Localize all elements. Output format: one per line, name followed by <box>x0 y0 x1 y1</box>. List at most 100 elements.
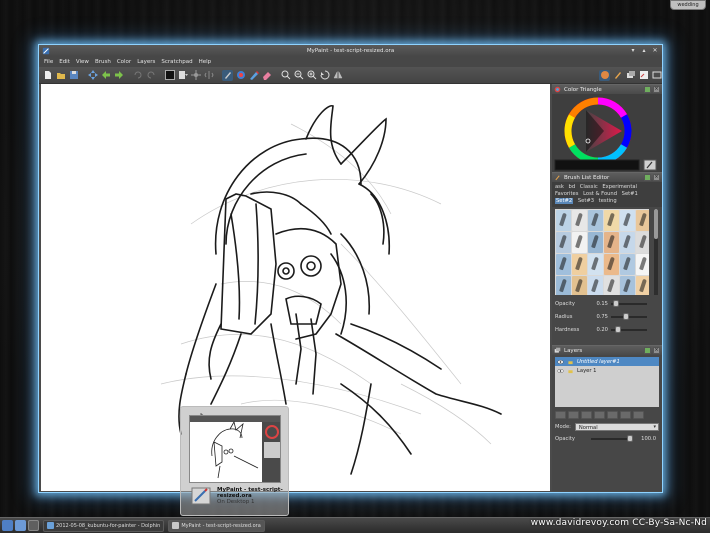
move-icon[interactable] <box>87 70 98 81</box>
menu-view[interactable]: View <box>76 59 89 65</box>
current-color-swatch[interactable] <box>164 70 175 81</box>
radius-slider[interactable] <box>611 312 647 320</box>
brush-thumbnail[interactable] <box>588 276 603 295</box>
zoom-reset-icon[interactable] <box>306 70 317 81</box>
taskbar-item-dolphin[interactable]: 2012-05-08_kubuntu-for-painter - Dolphin <box>43 519 165 532</box>
fullscreen-icon[interactable] <box>651 70 662 81</box>
add-layer-button[interactable] <box>555 411 566 419</box>
panel-close-button[interactable]: × <box>653 86 660 93</box>
color-triangle-header[interactable]: Color Triangle × <box>552 84 662 94</box>
brush-list-header[interactable]: Brush List Editor × <box>552 172 662 182</box>
eye-icon[interactable] <box>557 368 564 374</box>
panel-detach-button[interactable] <box>644 174 651 181</box>
redo-icon[interactable] <box>145 70 156 81</box>
brush-tool-icon[interactable] <box>222 69 233 81</box>
window-titlebar[interactable]: MyPaint - test-script-resized.ora ▾ ▴ ✕ <box>39 45 662 57</box>
undo-arrow-icon[interactable] <box>100 70 111 81</box>
brush-thumbnail[interactable] <box>636 210 649 231</box>
slider-knob[interactable] <box>615 325 622 333</box>
close-button[interactable]: ✕ <box>651 47 659 55</box>
taskbar-item-mypaint[interactable]: MyPaint - test-script-resized.ora <box>168 519 265 532</box>
opacity-slider[interactable] <box>611 299 647 307</box>
brush-group[interactable]: testing <box>599 198 617 204</box>
color-panel-toggle-icon[interactable] <box>599 69 610 81</box>
tray-activity-indicator[interactable]: wedding <box>670 0 706 10</box>
zoom-in-icon[interactable] <box>280 70 291 81</box>
scratchpad-toggle-icon[interactable] <box>638 70 649 81</box>
open-folder-icon[interactable] <box>55 70 66 81</box>
brush-thumbnail[interactable] <box>620 232 635 253</box>
new-file-icon[interactable] <box>42 70 53 81</box>
brush-thumbnail[interactable] <box>556 276 571 295</box>
duplicate-layer-button[interactable] <box>607 411 618 419</box>
zoom-out-icon[interactable] <box>293 70 304 81</box>
slider-knob[interactable] <box>613 299 620 307</box>
hardness-slider[interactable] <box>611 325 647 333</box>
layer-properties-button[interactable] <box>633 411 644 419</box>
lock-icon[interactable] <box>567 359 574 365</box>
brush-thumbnail[interactable] <box>620 254 635 275</box>
mirror-icon[interactable] <box>332 70 343 81</box>
brush-group[interactable]: ask <box>555 184 564 190</box>
brush-thumbnail[interactable] <box>604 276 619 295</box>
file-manager-icon[interactable] <box>15 520 26 531</box>
brush-group[interactable]: Classic <box>580 184 598 190</box>
brush-grid-scrollbar[interactable] <box>654 209 658 295</box>
desktop-pager-icon[interactable] <box>28 520 39 531</box>
brush-group[interactable]: Lost & Found <box>583 191 617 197</box>
menu-file[interactable]: File <box>44 59 53 65</box>
eye-icon[interactable] <box>557 359 564 365</box>
redo-arrow-icon[interactable] <box>113 70 124 81</box>
menu-layers[interactable]: Layers <box>137 59 155 65</box>
layer-opacity-slider[interactable] <box>591 434 633 442</box>
brush-dropdown-icon[interactable] <box>177 70 188 81</box>
layer-up-button[interactable] <box>581 411 592 419</box>
brush-thumbnail[interactable] <box>556 254 571 275</box>
minimize-button[interactable]: ▾ <box>629 47 637 55</box>
panel-close-button[interactable]: × <box>653 174 660 181</box>
merge-layer-button[interactable] <box>620 411 631 419</box>
panel-detach-button[interactable] <box>644 86 651 93</box>
brush-thumbnail[interactable] <box>572 276 587 295</box>
menu-help[interactable]: Help <box>199 59 212 65</box>
brush-thumbnail[interactable] <box>636 254 649 275</box>
mode-select[interactable]: Normal <box>574 422 659 431</box>
brush-thumbnail[interactable] <box>572 254 587 275</box>
brush-thumbnail[interactable] <box>556 232 571 253</box>
color-triangle-widget[interactable] <box>552 94 662 172</box>
menu-scratchpad[interactable]: Scratchpad <box>161 59 192 65</box>
panel-close-button[interactable]: × <box>653 347 660 354</box>
brush-group[interactable]: Set#3 <box>578 198 594 204</box>
slider-knob[interactable] <box>627 434 633 442</box>
brush-thumbnail[interactable] <box>572 232 587 253</box>
lock-alpha-icon[interactable] <box>248 70 259 81</box>
brush-group[interactable]: Favorites <box>555 191 578 197</box>
brush-group[interactable]: Set#1 <box>622 191 638 197</box>
layer-row-selected[interactable]: Untitled layer#1 <box>555 357 659 366</box>
lock-icon[interactable] <box>567 368 574 374</box>
layer-down-button[interactable] <box>594 411 605 419</box>
brush-thumbnail[interactable] <box>572 210 587 231</box>
brush-thumbnail[interactable] <box>588 232 603 253</box>
brush-thumbnail[interactable] <box>604 232 619 253</box>
brush-settings-icon[interactable] <box>190 70 201 81</box>
maximize-button[interactable]: ▴ <box>640 47 648 55</box>
remove-layer-button[interactable] <box>568 411 579 419</box>
brush-group[interactable]: bd <box>569 184 576 190</box>
undo-icon[interactable] <box>132 70 143 81</box>
brush-thumbnail[interactable] <box>636 276 649 295</box>
panel-detach-button[interactable] <box>644 347 651 354</box>
menu-color[interactable]: Color <box>117 59 131 65</box>
brush-thumbnail[interactable] <box>604 210 619 231</box>
symmetry-icon[interactable] <box>203 70 214 81</box>
kde-menu-icon[interactable] <box>2 520 13 531</box>
brush-thumbnail[interactable] <box>588 254 603 275</box>
color-picker-icon[interactable] <box>235 70 246 81</box>
slider-knob[interactable] <box>623 312 630 320</box>
drawing-canvas[interactable] <box>41 84 550 491</box>
rotate-icon[interactable] <box>319 70 330 81</box>
brush-thumbnail[interactable] <box>588 210 603 231</box>
brush-thumbnail[interactable] <box>620 210 635 231</box>
brush-thumbnail[interactable] <box>556 210 571 231</box>
layer-row[interactable]: Layer 1 <box>555 366 659 375</box>
